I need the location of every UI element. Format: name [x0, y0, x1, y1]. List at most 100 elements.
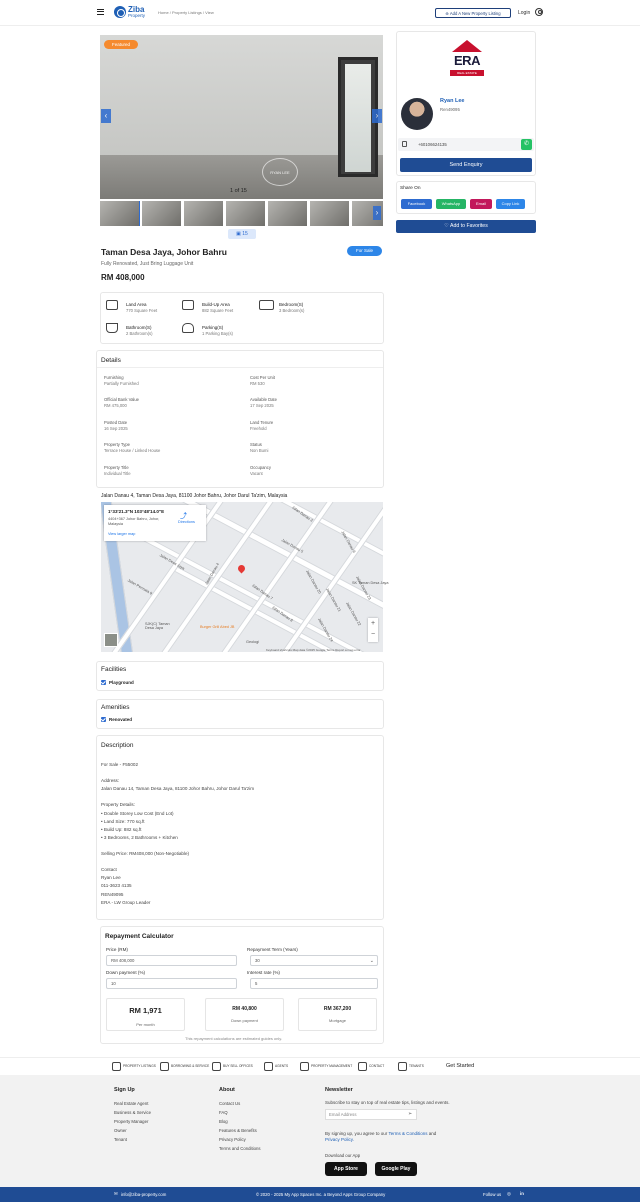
terms-link[interactable]: Terms & Conditions — [388, 1131, 427, 1136]
fact-value: 2 Bathroom(s) — [126, 331, 153, 336]
top-header: Ziba Property Home / Property Listings /… — [0, 0, 640, 26]
down-payment-result: RM 40,800 Down payment — [205, 998, 284, 1031]
details-card — [96, 350, 384, 488]
facility-item: Playground — [109, 680, 134, 685]
term-label: Repayment Term (Years) — [247, 947, 298, 952]
get-started-link[interactable]: Get Started — [446, 1063, 474, 1069]
detail-value: RM 530 — [250, 381, 265, 386]
down-payment-input[interactable]: 10 — [106, 978, 237, 989]
detail-label: Cost Per Unit — [250, 375, 275, 380]
thumbnail[interactable] — [226, 201, 265, 226]
zoom-in-button[interactable]: + — [368, 618, 378, 629]
strip-offices[interactable]: BUY SELL OFFICES — [212, 1061, 253, 1071]
footer-link[interactable]: Real Estate Agent — [114, 1101, 148, 1106]
linkedin-icon[interactable]: in — [520, 1191, 524, 1196]
footer-link[interactable]: Owner — [114, 1128, 127, 1133]
zoom-out-button[interactable]: − — [368, 629, 378, 640]
thumbnail[interactable] — [184, 201, 223, 226]
footer-link[interactable]: Blog — [219, 1119, 228, 1124]
user-icon[interactable] — [535, 8, 543, 16]
strip-contact[interactable]: CONTACT — [358, 1061, 384, 1071]
strip-agents[interactable]: AGENTS — [264, 1061, 288, 1071]
checkbox-icon — [101, 717, 106, 722]
map-attribution[interactable]: Keyboard shortcuts Map data ©2025 Google… — [266, 648, 361, 652]
thumbnail[interactable] — [100, 201, 140, 226]
price-input[interactable]: RM 408,000 — [106, 955, 237, 966]
add-listing-button[interactable]: ⊕ Add A New Property Listing — [435, 8, 511, 18]
strip-borrowing[interactable]: BORROWING & SERVICE — [160, 1061, 209, 1071]
share-email-button[interactable]: Email — [470, 199, 492, 209]
ziba-logo-icon[interactable] — [114, 6, 126, 18]
consent-and: and — [428, 1131, 437, 1136]
footer-email[interactable]: info@ziba-property.com — [121, 1192, 166, 1197]
breadcrumb[interactable]: Home / Property Listings / View — [158, 10, 214, 15]
footer-link[interactable]: Terms and Conditions — [219, 1146, 261, 1151]
thumbnail-strip — [100, 201, 383, 226]
map-poi-label[interactable]: SJK(C) Taman Desa Jaya — [145, 622, 175, 630]
menu-icon[interactable] — [97, 9, 104, 15]
footer-link[interactable]: Business & Service — [114, 1110, 151, 1115]
strip-property-listings[interactable]: PROPERTY LISTINGS — [112, 1061, 156, 1071]
gallery-next-button[interactable]: › — [372, 109, 382, 123]
larger-map-link[interactable]: View larger map — [108, 532, 135, 536]
app-store-button[interactable]: App Store — [325, 1162, 367, 1176]
contact-icon — [358, 1061, 367, 1071]
footer-link[interactable]: Property Manager — [114, 1119, 148, 1124]
share-whatsapp-button[interactable]: WhatsApp — [436, 199, 466, 209]
amenities-title: Amenities — [101, 704, 130, 711]
add-to-favorites-button[interactable]: ♡ Add to Favorites — [396, 220, 536, 233]
footer-link[interactable]: Privacy Policy — [219, 1137, 246, 1142]
google-play-button[interactable]: Google Play — [375, 1162, 417, 1176]
bed-icon — [259, 300, 274, 310]
map-poi-label[interactable]: Burger Grill Abed JB — [200, 625, 234, 629]
send-icon[interactable]: ➢ — [408, 1111, 412, 1117]
strip-tenants[interactable]: TENANTS — [398, 1061, 424, 1071]
mortgage-result: RM 367,200 Mortgage — [298, 998, 377, 1031]
thumbnail[interactable] — [268, 201, 307, 226]
phone-number[interactable]: +60106624135 — [418, 142, 447, 147]
directions-link[interactable]: Directions — [178, 520, 195, 524]
strip-label: BORROWING & SERVICE — [171, 1064, 210, 1068]
land-area-icon — [106, 300, 118, 310]
copy-link-button[interactable]: Copy Link — [496, 199, 525, 209]
thumbnail-next-button[interactable]: › — [373, 206, 381, 220]
tenant-icon — [398, 1061, 407, 1071]
strip-label: BUY SELL OFFICES — [223, 1064, 253, 1068]
agent-name[interactable]: Ryan Lee — [440, 98, 464, 104]
footer-link[interactable]: Contact Us — [219, 1101, 240, 1106]
strip-property-management[interactable]: PROPERTY MANAGEMENT — [300, 1061, 352, 1071]
copyright: © 2020 - 2025 My App Spaces Inc. a Beyon… — [256, 1192, 386, 1197]
detail-label: Property Type — [104, 442, 130, 447]
footer-link[interactable]: Features & Benefits — [219, 1128, 257, 1133]
detail-value: RM 475,000 — [104, 403, 127, 408]
detail-label: Property Title — [104, 465, 129, 470]
instagram-icon[interactable]: ◎ — [507, 1191, 511, 1197]
map-poi-label[interactable]: SK Taman Desa Jaya — [352, 581, 388, 585]
thumbnail[interactable] — [310, 201, 349, 226]
description-body: For Sale - F55002 Address: Jalan Danau 1… — [101, 762, 255, 905]
term-select[interactable]: 30 ⌄ — [250, 955, 378, 966]
photo-count-button[interactable]: ▣ 15 — [228, 229, 256, 239]
logo-subtitle: Property — [128, 13, 146, 18]
newsletter-email-input[interactable]: Email Address — [325, 1109, 417, 1120]
whatsapp-icon[interactable]: ✆ — [521, 139, 532, 150]
privacy-link[interactable]: Privacy Policy. — [325, 1137, 354, 1142]
agent-watermark: RYAN LEE — [262, 158, 298, 186]
map-layer-thumbnail[interactable] — [104, 633, 118, 647]
house-icon — [182, 300, 194, 310]
map-coordinates: 1°33'21.3"N 103°48'14.0"E — [108, 509, 165, 514]
gallery-prev-button[interactable]: ‹ — [101, 109, 111, 123]
photo-gallery[interactable] — [100, 35, 383, 199]
share-facebook-button[interactable]: Facebook — [401, 199, 432, 209]
bath-icon — [106, 323, 118, 333]
send-enquiry-button[interactable]: Send Enquiry — [400, 158, 532, 172]
interest-input[interactable]: 5 — [250, 978, 378, 989]
map-zoom-control[interactable]: + − — [368, 618, 378, 642]
thumbnail[interactable] — [142, 201, 181, 226]
footer-link[interactable]: FAQ — [219, 1110, 228, 1115]
logo-name[interactable]: Ziba — [128, 6, 144, 14]
for-sale-badge: For Sale — [347, 246, 382, 256]
listing-title: Taman Desa Jaya, Johor Bahru — [101, 247, 227, 257]
footer-link[interactable]: Tenant — [114, 1137, 127, 1142]
login-link[interactable]: Login — [518, 10, 530, 16]
